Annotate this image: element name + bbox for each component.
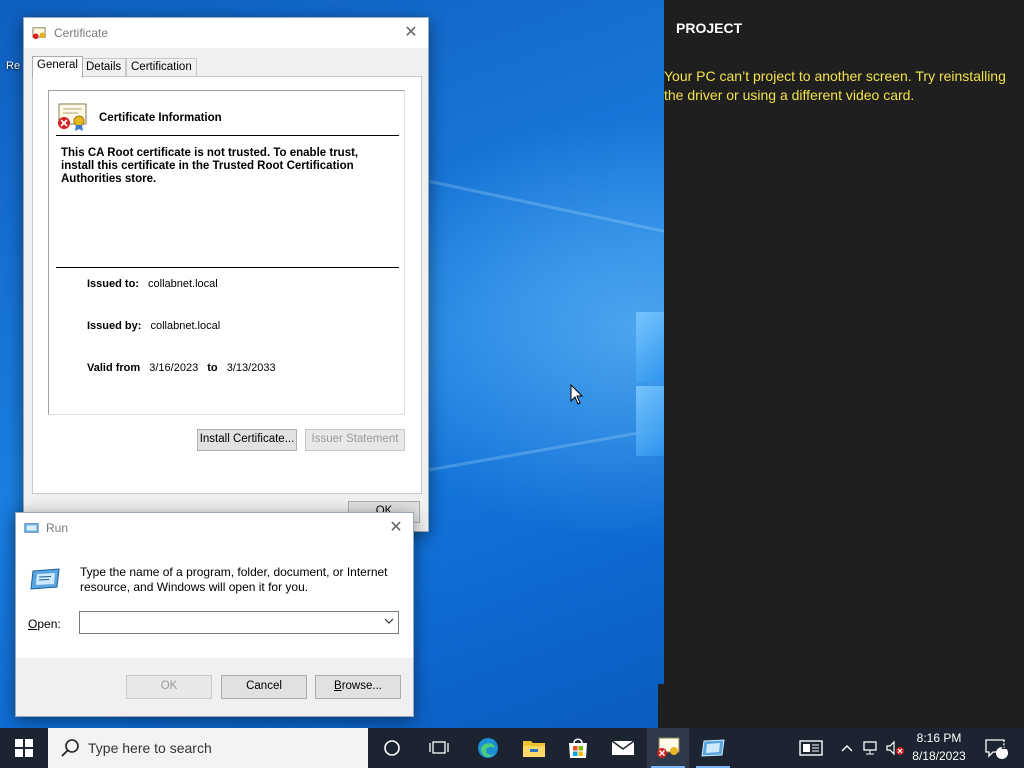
certificate-window-title: Certificate	[54, 26, 109, 40]
mouse-pointer-icon	[570, 384, 584, 405]
valid-to-value: 3/13/2033	[226, 362, 276, 374]
network-status-button[interactable]	[860, 728, 882, 768]
close-icon[interactable]: ✕	[402, 24, 420, 42]
task-view-icon	[429, 741, 449, 754]
certificate-info-box: Certificate Information This CA Root cer…	[48, 90, 405, 415]
chevron-down-icon[interactable]	[383, 614, 395, 631]
clock-date[interactable]: 8/18/2023	[908, 749, 970, 763]
project-panel: PROJECT Your PC can’t project to another…	[664, 0, 1024, 728]
run-cancel-button[interactable]: Cancel	[221, 675, 307, 699]
certificate-info-heading: Certificate Information	[99, 112, 222, 124]
certificate-titlebar[interactable]: Certificate ✕	[24, 18, 428, 48]
clock-time[interactable]: 8:16 PM	[908, 731, 970, 745]
valid-from-value: 3/16/2023	[149, 362, 199, 374]
taskbar: Type here to search 8:16 PM 8/18/2023 2	[0, 728, 1024, 768]
news-icon	[799, 740, 823, 756]
certificate-icon	[657, 737, 680, 758]
certificate-untrusted-icon	[58, 103, 87, 131]
install-certificate-button[interactable]: Install Certificate...	[197, 429, 297, 451]
divider	[56, 135, 399, 136]
folder-icon	[523, 741, 545, 757]
network-icon	[863, 741, 877, 755]
issued-by-row: Issued by: collabnet.local	[87, 320, 220, 332]
open-label: Open:	[28, 617, 61, 631]
project-panel-edge	[658, 684, 664, 728]
taskbar-search-box[interactable]: Type here to search	[48, 728, 368, 768]
certificate-icon	[32, 27, 46, 40]
notification-badge: 2	[1001, 741, 1007, 752]
taskbar-run[interactable]	[692, 728, 734, 768]
trust-warning-text: This CA Root certificate is not trusted.…	[61, 147, 359, 185]
valid-to-label: to	[207, 362, 218, 374]
taskbar-certificate[interactable]	[647, 728, 689, 768]
windows-logo-pane	[636, 386, 664, 456]
taskbar-mail[interactable]	[603, 728, 643, 768]
task-view-button[interactable]	[418, 728, 460, 768]
tab-general[interactable]: General	[32, 56, 83, 78]
open-combobox[interactable]	[79, 611, 399, 634]
project-error-message: Your PC can’t project to another screen.…	[664, 68, 1006, 103]
run-icon	[24, 523, 39, 533]
run-browse-button[interactable]: Browse...	[315, 675, 401, 699]
desktop-icon-label[interactable]: Re	[6, 60, 20, 72]
run-titlebar[interactable]: Run ✕	[16, 513, 413, 543]
run-ok-button[interactable]: OK	[126, 675, 212, 699]
divider	[56, 267, 399, 268]
run-body: Type the name of a program, folder, docu…	[16, 543, 413, 658]
taskbar-edge[interactable]	[468, 728, 508, 768]
taskbar-file-explorer[interactable]	[514, 728, 554, 768]
news-widget-button[interactable]	[794, 728, 828, 768]
action-center-button[interactable]: 2	[976, 728, 1016, 768]
mail-icon	[611, 740, 635, 755]
valid-from-label: Valid from	[87, 362, 141, 374]
issuer-statement-button[interactable]: Issuer Statement	[305, 429, 405, 451]
close-icon[interactable]: ✕	[387, 519, 405, 537]
run-description: Type the name of a program, folder, docu…	[80, 565, 388, 594]
start-button[interactable]	[0, 728, 48, 768]
cortana-circle-icon	[384, 740, 400, 756]
cortana-button[interactable]	[372, 728, 412, 768]
light-beam	[429, 180, 685, 238]
certificate-window: Certificate ✕ General Details Certificat…	[23, 17, 429, 532]
run-window-title: Run	[46, 521, 69, 535]
search-placeholder: Type here to search	[88, 740, 212, 756]
validity-row: Valid from 3/16/2023 to 3/13/2033	[87, 362, 276, 374]
run-program-icon	[701, 739, 725, 757]
run-footer: OK Cancel Browse...	[16, 658, 413, 716]
volume-muted-icon	[886, 740, 904, 756]
windows-logo-icon	[15, 739, 33, 757]
issued-to-label: Issued to:	[87, 278, 139, 290]
store-bag-icon	[569, 738, 587, 758]
run-program-icon	[30, 568, 60, 590]
issued-to-row: Issued to: collabnet.local	[87, 278, 218, 290]
windows-logo-pane	[636, 312, 664, 382]
volume-button[interactable]	[884, 728, 906, 768]
issued-to-value: collabnet.local	[148, 278, 218, 290]
general-tab-panel: Certificate Information This CA Root cer…	[32, 76, 422, 494]
search-icon	[61, 739, 79, 757]
tab-details[interactable]: Details	[81, 58, 127, 77]
project-title: PROJECT	[676, 20, 743, 36]
show-hidden-icons-button[interactable]	[836, 728, 858, 768]
edge-browser-icon	[478, 738, 498, 758]
run-dialog: Run ✕ Type the name of a program, folder…	[15, 512, 414, 717]
issued-by-value: collabnet.local	[150, 320, 221, 332]
tab-certification-path[interactable]: Certification Path	[126, 58, 197, 90]
issued-by-label: Issued by:	[87, 320, 142, 332]
taskbar-store[interactable]	[558, 728, 598, 768]
chevron-up-icon	[841, 745, 853, 752]
